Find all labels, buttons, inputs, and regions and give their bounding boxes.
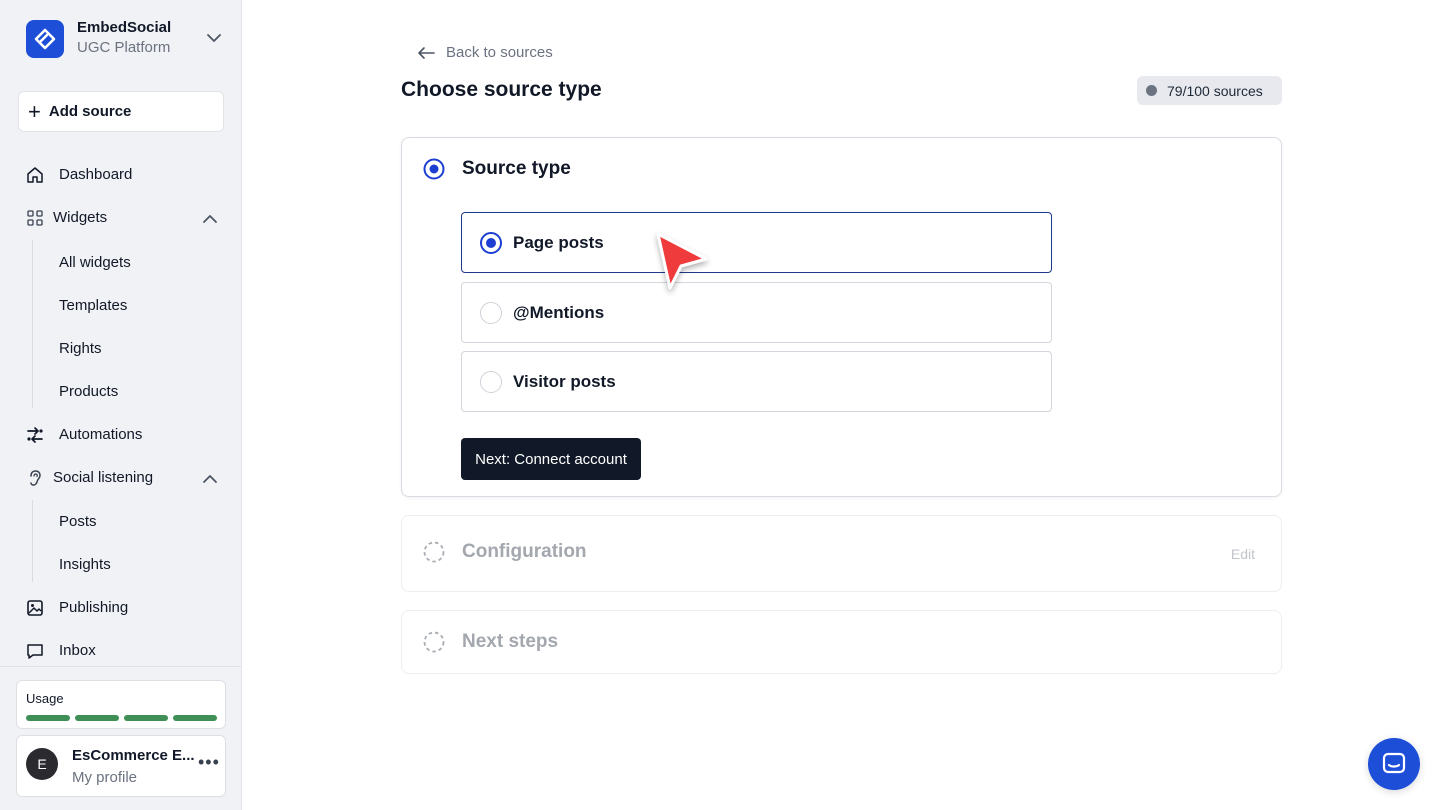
pending-step-icon xyxy=(423,541,445,563)
sidebar-item-label: Automations xyxy=(59,426,143,443)
step-next-steps: Next steps xyxy=(401,610,1282,674)
plus-icon: + xyxy=(28,98,41,124)
ear-icon xyxy=(30,470,41,486)
sidebar: EmbedSocial UGC Platform + Add source Da… xyxy=(0,0,242,810)
radio-active-step-icon xyxy=(423,158,445,180)
step-header: Configuration xyxy=(423,541,587,563)
option-visitor-posts[interactable]: Visitor posts xyxy=(461,351,1052,412)
quota-label: 79/100 sources xyxy=(1167,82,1263,99)
brand-subtitle: UGC Platform xyxy=(77,39,171,56)
sidebar-item-all-widgets[interactable]: All widgets xyxy=(59,254,131,271)
chat-bubble-icon xyxy=(27,644,43,659)
pointer-cursor-icon xyxy=(656,232,708,290)
pending-step-icon xyxy=(423,631,445,653)
arrow-left-icon xyxy=(418,46,435,59)
usage-segment xyxy=(26,715,70,721)
radio-button[interactable] xyxy=(480,232,502,254)
sidebar-item-automations[interactable]: Automations xyxy=(0,417,242,453)
step-title: Next steps xyxy=(462,631,559,652)
image-icon xyxy=(27,600,43,616)
usage-label: Usage xyxy=(26,691,64,706)
page-title: Choose source type xyxy=(401,78,602,101)
option-page-posts[interactable]: Page posts xyxy=(461,212,1052,273)
sidebar-item-publishing[interactable]: Publishing xyxy=(0,590,242,626)
back-to-sources-link[interactable]: Back to sources xyxy=(416,44,553,61)
avatar: E xyxy=(26,748,58,780)
automation-icon xyxy=(27,427,43,443)
sidebar-item-label: Social listening xyxy=(53,469,154,486)
profile-name: EsCommerce E... xyxy=(72,747,195,764)
sidebar-item-dashboard[interactable]: Dashboard xyxy=(0,157,242,193)
option-label: Visitor posts xyxy=(513,372,616,391)
option-mentions[interactable]: @Mentions xyxy=(461,282,1052,343)
more-options-icon[interactable]: ••• xyxy=(198,752,220,773)
step-header: Next steps xyxy=(423,631,558,653)
sidebar-item-label: Inbox xyxy=(59,642,96,659)
edit-configuration-link[interactable]: Edit xyxy=(1231,546,1255,562)
chat-icon xyxy=(1382,752,1406,774)
profile-card[interactable]: E EsCommerce E... My profile ••• xyxy=(16,735,226,797)
embedsocial-logo-icon xyxy=(26,20,64,58)
sidebar-item-social-listening[interactable]: Social listening xyxy=(0,460,242,496)
sources-quota-badge: 79/100 sources xyxy=(1137,76,1282,105)
sidebar-item-templates[interactable]: Templates xyxy=(59,297,127,314)
usage-bars xyxy=(26,715,217,721)
next-connect-account-button[interactable]: Next: Connect account xyxy=(461,438,641,480)
tree-line xyxy=(32,240,33,408)
step-configuration: Configuration Edit xyxy=(401,515,1282,592)
brand-name: EmbedSocial xyxy=(77,19,172,36)
radio-button[interactable] xyxy=(480,371,502,393)
chat-support-button[interactable] xyxy=(1368,738,1420,790)
usage-segment xyxy=(173,715,217,721)
tree-line xyxy=(32,500,33,582)
step-source-type: Source type Page posts @Mentions Visitor… xyxy=(401,137,1282,497)
chevron-down-icon xyxy=(207,34,221,42)
sidebar-item-rights[interactable]: Rights xyxy=(59,340,102,357)
sidebar-item-widgets[interactable]: Widgets xyxy=(0,200,242,236)
step-title: Configuration xyxy=(462,541,587,562)
option-label: Page posts xyxy=(513,233,604,252)
step-title: Source type xyxy=(462,158,571,179)
sidebar-item-inbox[interactable]: Inbox xyxy=(0,633,242,669)
sidebar-item-products[interactable]: Products xyxy=(59,383,118,400)
grid-icon xyxy=(27,210,43,226)
sidebar-item-insights[interactable]: Insights xyxy=(59,556,111,573)
usage-segment xyxy=(124,715,168,721)
sidebar-item-label: Publishing xyxy=(59,599,129,616)
profile-subtitle: My profile xyxy=(72,769,138,786)
add-source-label: Add source xyxy=(48,103,132,120)
usage-card[interactable]: Usage xyxy=(16,680,226,729)
option-label: @Mentions xyxy=(513,303,605,322)
radio-button[interactable] xyxy=(480,302,502,324)
back-link-label: Back to sources xyxy=(446,44,553,61)
step-header: Source type xyxy=(423,158,571,180)
workspace-switcher[interactable]: EmbedSocial UGC Platform xyxy=(26,18,222,60)
sidebar-item-label: Widgets xyxy=(53,209,108,226)
chevron-up-icon xyxy=(203,475,217,483)
chevron-up-icon xyxy=(203,215,217,223)
sidebar-item-posts[interactable]: Posts xyxy=(59,513,97,530)
sidebar-item-label: Dashboard xyxy=(59,166,133,183)
usage-segment xyxy=(75,715,119,721)
add-source-button[interactable]: + Add source xyxy=(18,91,224,132)
status-dot xyxy=(1146,85,1157,96)
home-icon xyxy=(27,167,43,183)
